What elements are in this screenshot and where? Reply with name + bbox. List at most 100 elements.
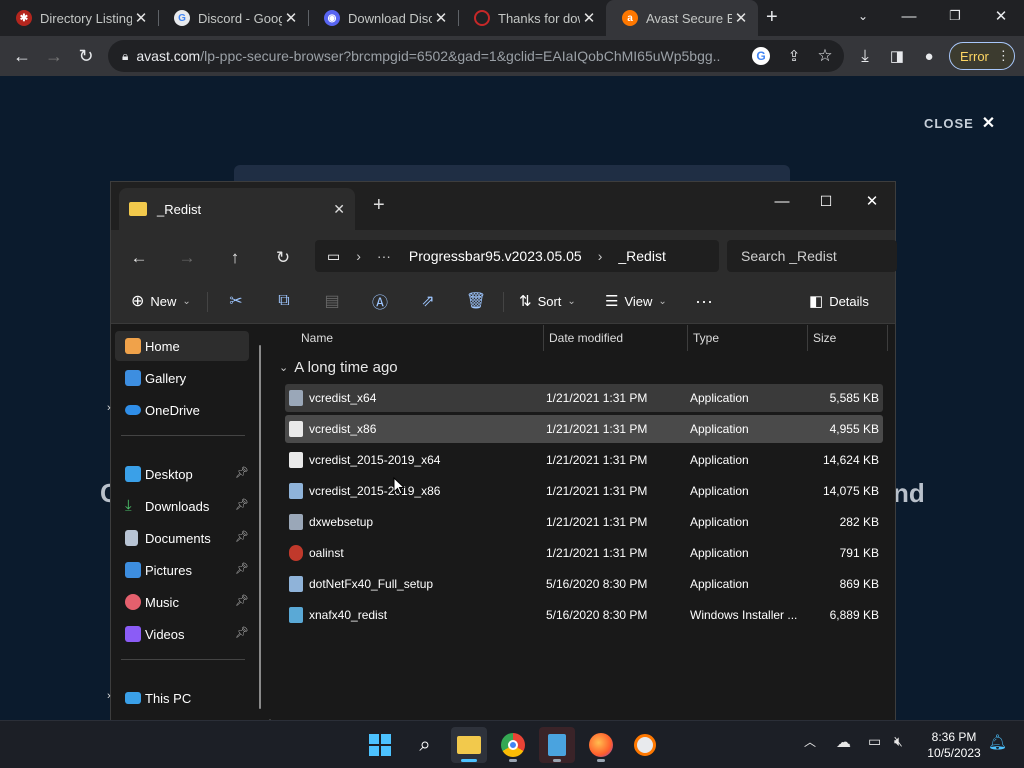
cut-icon[interactable]: ✂ (222, 286, 250, 316)
rename-icon[interactable]: Ⓐ (366, 286, 394, 316)
close-tab-icon[interactable]: ✕ (732, 9, 750, 27)
taskbar-file-explorer[interactable] (451, 727, 487, 763)
file-size: 4,955 KB (829, 422, 879, 436)
sidebar-item-this-pc[interactable]: › This PC (107, 683, 249, 713)
file-row[interactable]: dotNetFx40_Full_setup 5/16/2020 8:30 PM … (285, 570, 883, 598)
search-icon[interactable]: ⌕ (407, 727, 443, 763)
start-button[interactable] (362, 727, 398, 763)
volume-muted-icon[interactable]: 🔇︎ (894, 733, 903, 750)
file-row[interactable]: vcredist_x64 1/21/2021 1:31 PM Applicati… (285, 384, 883, 412)
close-icon: ✕ (981, 115, 997, 132)
back-arrow-icon[interactable]: ← (125, 244, 153, 272)
sidebar-item-videos[interactable]: Videos 📌︎ (115, 619, 249, 649)
file-row[interactable]: vcredist_x86 1/21/2021 1:31 PM Applicati… (285, 415, 883, 443)
breadcrumb-item[interactable]: _Redist (618, 248, 665, 264)
reload-icon[interactable]: ↻ (72, 42, 100, 70)
forward-arrow-icon[interactable]: → (173, 244, 201, 272)
browser-tab-discord-google[interactable]: G Discord - Google ✕ (158, 0, 308, 36)
new-tab-icon[interactable]: + (373, 194, 385, 217)
delete-icon[interactable]: 🗑︎ (462, 286, 490, 316)
explorer-address-bar[interactable]: ▭ › ··· Progressbar95.v2023.05.05 › _Red… (315, 240, 719, 272)
profile-icon[interactable]: ● (915, 42, 943, 70)
google-lens-icon[interactable]: G (752, 47, 770, 65)
browser-tab-avast-secure-browser[interactable]: a Avast Secure Br ✕ (606, 0, 758, 36)
copy-icon[interactable]: ⧉ (270, 286, 298, 316)
chevron-right-icon[interactable]: › (107, 402, 111, 414)
taskbar-app[interactable] (627, 727, 663, 763)
new-button[interactable]: ⊕ New ⌄ (131, 286, 191, 316)
back-arrow-icon[interactable]: ← (8, 42, 36, 70)
pin-icon[interactable]: 📌︎ (235, 466, 249, 479)
details-button[interactable]: ◧ Details (809, 286, 869, 316)
minimize-icon[interactable]: — (886, 0, 932, 32)
breadcrumb-item[interactable]: Progressbar95.v2023.05.05 (409, 248, 582, 264)
notification-bell-icon[interactable]: 🔔︎ (988, 733, 1007, 751)
minimize-icon[interactable]: — (759, 186, 805, 216)
restore-icon[interactable]: ❐ (932, 0, 978, 32)
taskbar-firefox[interactable] (583, 727, 619, 763)
close-tab-icon[interactable]: ✕ (333, 201, 345, 218)
error-button[interactable]: Error ⋮ (949, 42, 1015, 70)
side-panel-icon[interactable]: ◨ (883, 42, 911, 70)
up-arrow-icon[interactable]: ↑ (221, 244, 249, 272)
taskbar-clock[interactable]: 8:36 PM 10/5/2023 (922, 729, 986, 761)
ellipsis-icon[interactable]: ··· (377, 248, 391, 264)
download-icon[interactable]: ⤓ (851, 42, 879, 70)
pin-icon[interactable]: 📌︎ (235, 626, 249, 639)
column-header-size[interactable]: Size (807, 325, 887, 351)
search-input[interactable]: Search _Redist (727, 240, 897, 272)
column-header-date-modified[interactable]: Date modified (543, 325, 687, 351)
new-tab-icon[interactable]: + (766, 6, 778, 29)
close-tab-icon[interactable]: ✕ (132, 9, 150, 27)
close-tab-icon[interactable]: ✕ (282, 9, 300, 27)
file-row[interactable]: oalinst 1/21/2021 1:31 PM Application 79… (285, 539, 883, 567)
chevron-up-icon[interactable]: ︿ (804, 733, 816, 750)
sidebar-item-music[interactable]: Music 📌︎ (115, 587, 249, 617)
close-window-icon[interactable]: ✕ (849, 186, 895, 216)
display-icon[interactable]: ▭ (868, 733, 881, 750)
bookmark-star-icon[interactable]: ☆ (811, 42, 839, 70)
sidebar-item-onedrive[interactable]: › OneDrive (107, 395, 249, 425)
sidebar-item-documents[interactable]: Documents 📌︎ (115, 523, 249, 553)
onedrive-cloud-icon[interactable]: ☁ (836, 733, 851, 751)
file-row[interactable]: vcredist_2015-2019_x64 1/21/2021 1:31 PM… (285, 446, 883, 474)
sidebar-item-pictures[interactable]: Pictures 📌︎ (115, 555, 249, 585)
file-row[interactable]: xnafx40_redist 5/16/2020 8:30 PM Windows… (285, 601, 883, 629)
pin-icon[interactable]: 📌︎ (235, 562, 249, 575)
paste-icon[interactable]: ▤ (318, 286, 346, 316)
view-button[interactable]: ☰ View ⌄ (605, 286, 667, 316)
close-tab-icon[interactable]: ✕ (432, 9, 450, 27)
file-row[interactable]: vcredist_2015-2019_x86 1/21/2021 1:31 PM… (285, 477, 883, 505)
group-header[interactable]: ⌄ A long time ago (279, 359, 398, 376)
chevron-right-icon[interactable]: › (107, 690, 111, 702)
refresh-icon[interactable]: ↻ (269, 244, 297, 272)
share-icon[interactable]: ⇪ (780, 42, 808, 70)
sidebar-scrollbar[interactable] (259, 345, 261, 709)
explorer-tab[interactable]: _Redist ✕ (119, 188, 355, 230)
taskbar-notepad[interactable] (539, 727, 575, 763)
file-row[interactable]: dxwebsetup 1/21/2021 1:31 PM Application… (285, 508, 883, 536)
pin-icon[interactable]: 📌︎ (235, 594, 249, 607)
tab-search-chevron-icon[interactable]: ⌄ (840, 0, 886, 32)
forward-arrow-icon[interactable]: → (40, 42, 68, 70)
column-header-type[interactable]: Type (687, 325, 807, 351)
address-bar[interactable]: 🔒︎ avast.com /lp-ppc-secure-browser?brcm… (108, 40, 844, 72)
close-window-icon[interactable]: ✕ (978, 0, 1024, 32)
column-header-name[interactable]: Name (295, 325, 543, 351)
pin-icon[interactable]: 📌︎ (235, 498, 249, 511)
sidebar-item-downloads[interactable]: ⤓ Downloads 📌︎ (115, 491, 249, 521)
maximize-icon[interactable]: ☐ (803, 186, 849, 216)
close-overlay-link[interactable]: CLOSE ✕ (924, 113, 996, 133)
browser-tab-directory-listing[interactable]: ✱ Directory Listing ✕ (0, 0, 158, 36)
browser-tab-download-discord[interactable]: ◉ Download Discord ✕ (308, 0, 458, 36)
taskbar-chrome[interactable] (495, 727, 531, 763)
sidebar-item-home[interactable]: Home (115, 331, 249, 361)
pin-icon[interactable]: 📌︎ (235, 530, 249, 543)
browser-tab-thanks-for-download[interactable]: Thanks for down ✕ (458, 0, 606, 36)
sort-button[interactable]: ⇅ Sort ⌄ (519, 286, 576, 316)
close-tab-icon[interactable]: ✕ (580, 9, 598, 27)
sidebar-item-gallery[interactable]: Gallery (115, 363, 249, 393)
share-icon[interactable]: ⇗ (414, 286, 442, 316)
sidebar-item-desktop[interactable]: Desktop 📌︎ (115, 459, 249, 489)
more-options-icon[interactable]: ··· (695, 286, 713, 316)
